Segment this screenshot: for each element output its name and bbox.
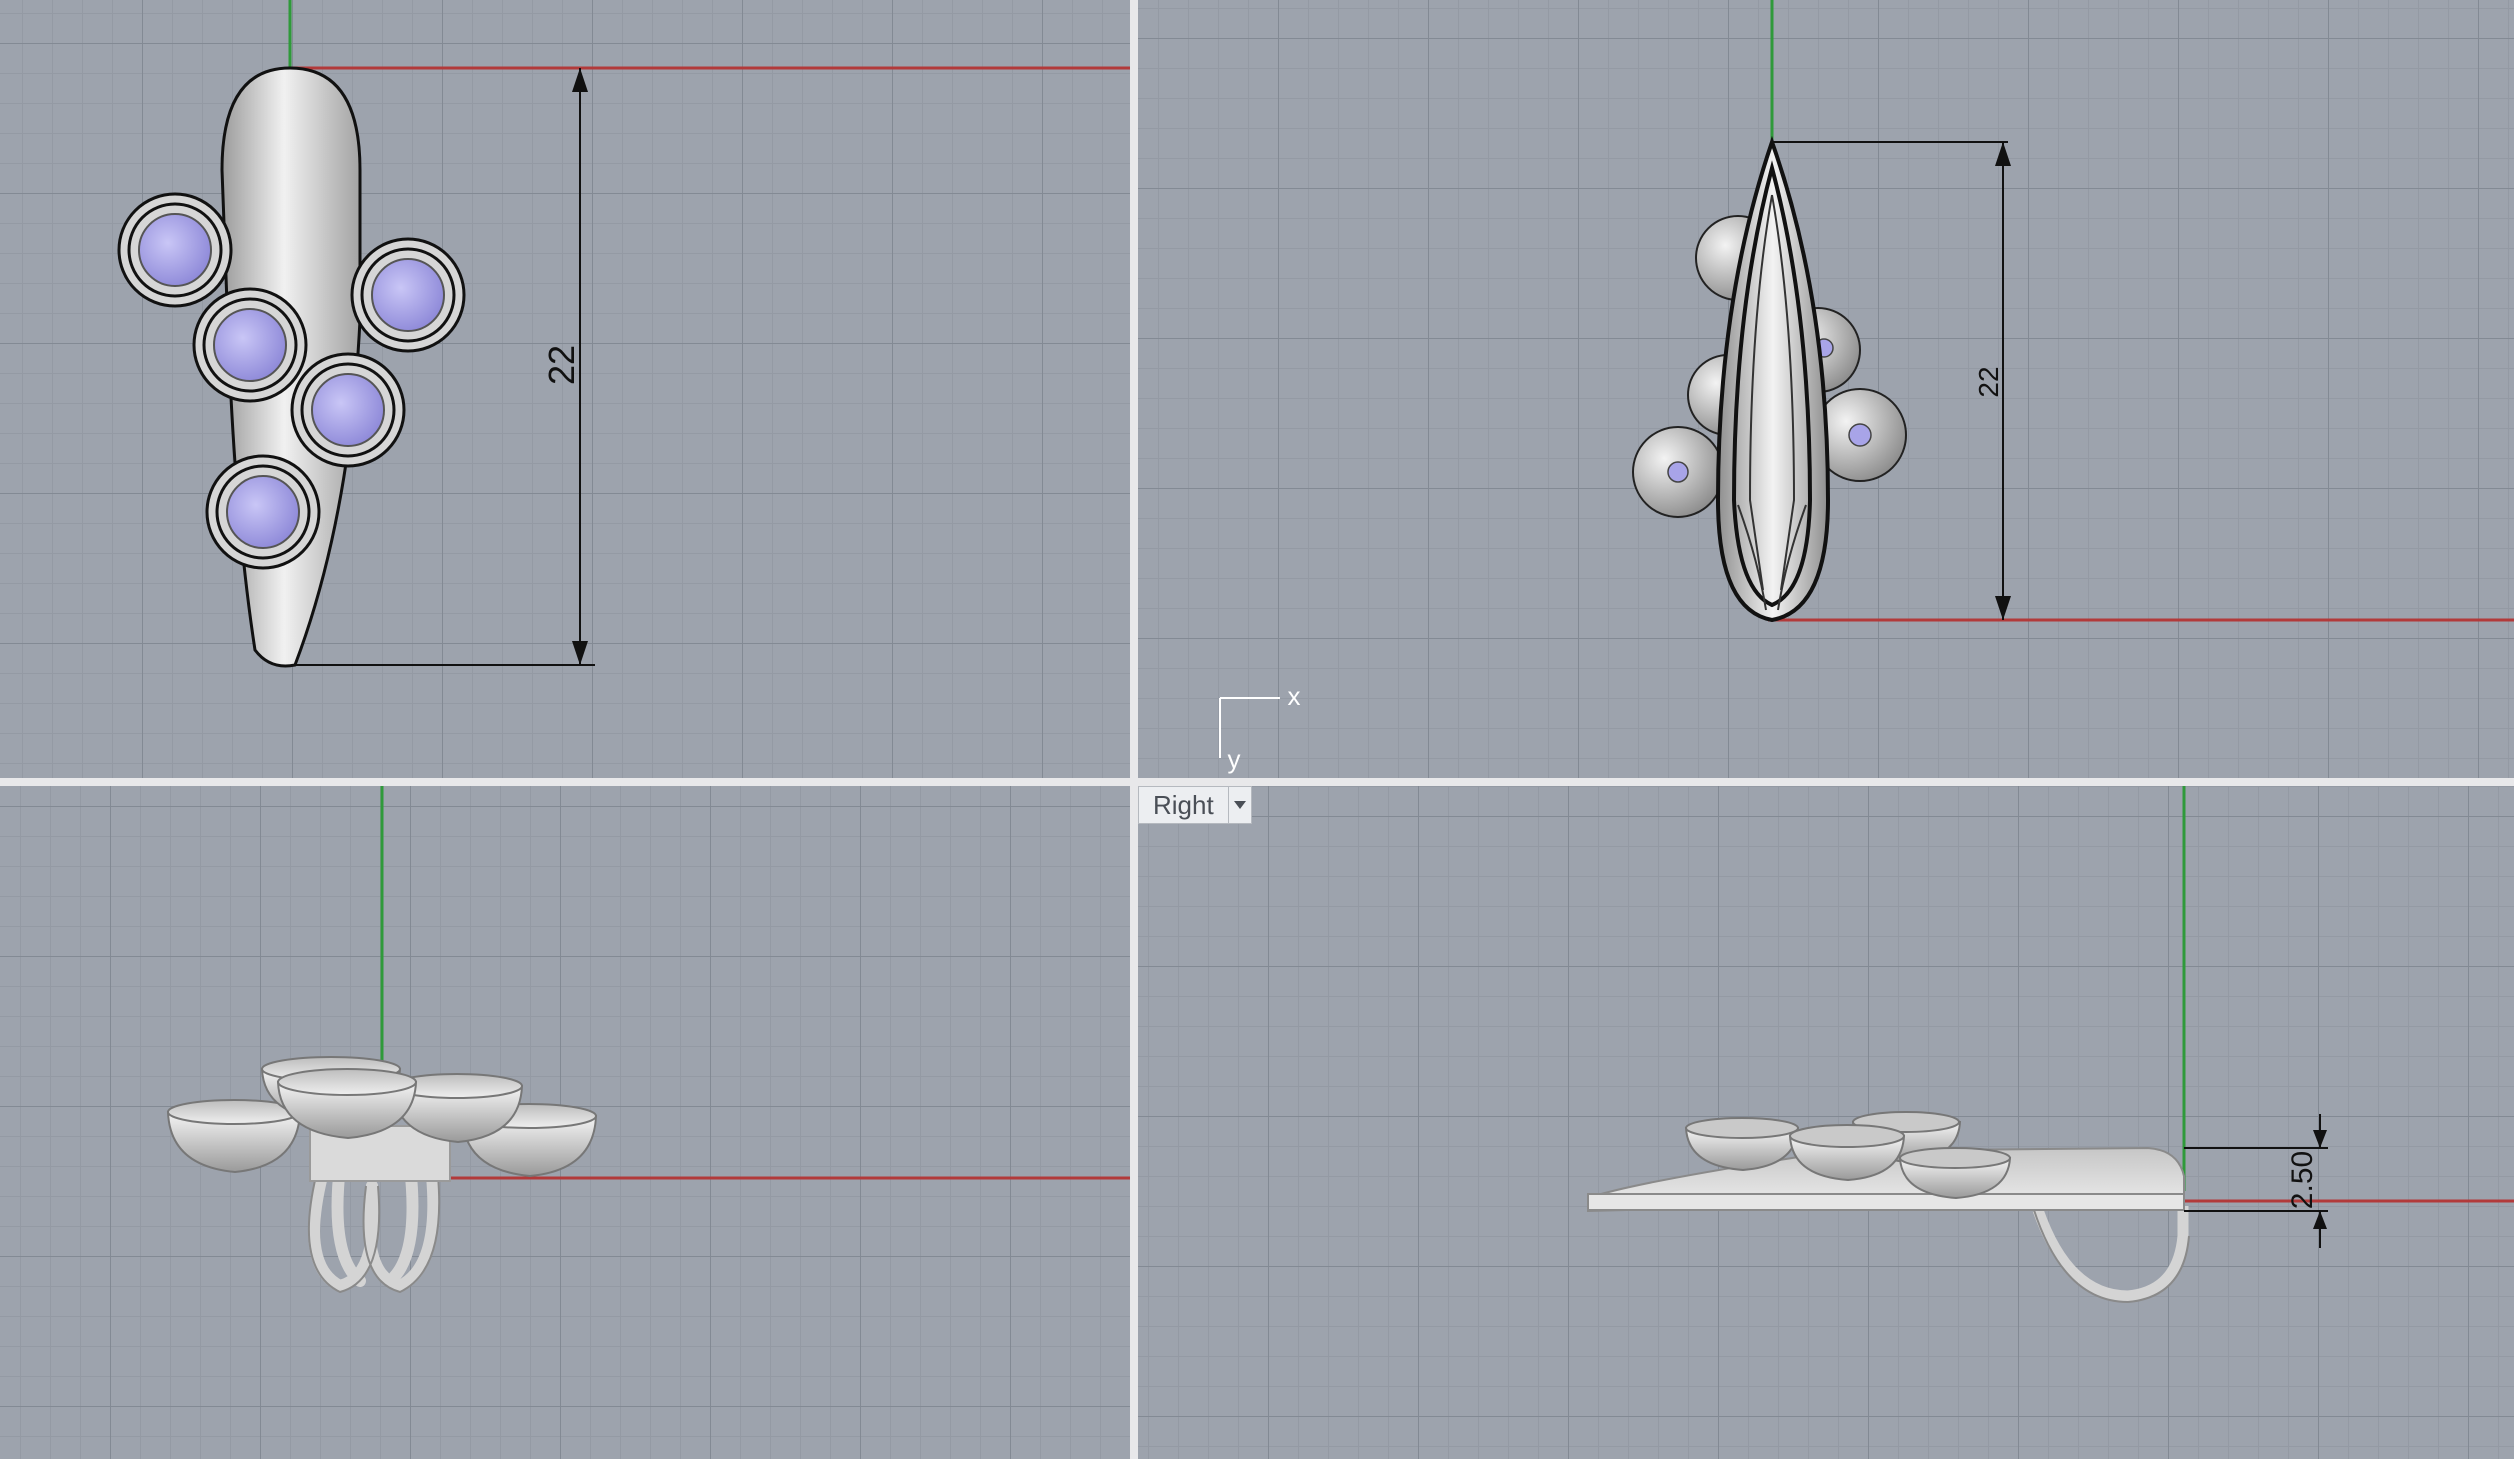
gem-setting[interactable]: [350, 237, 466, 353]
viewport-bottom-left[interactable]: [0, 786, 1130, 1459]
dimension-label: 22: [1973, 366, 2004, 397]
dimension-label: 22: [541, 345, 582, 385]
axis-y-label: y: [1228, 744, 1241, 774]
dimension-vertical[interactable]: 2.50: [2184, 1114, 2328, 1248]
axis-gizmo: x y: [1219, 681, 1301, 774]
ring-shank[interactable]: [2032, 1206, 2189, 1302]
viewport-title[interactable]: Right: [1139, 787, 1228, 823]
gem-stone: [1667, 461, 1689, 483]
viewport-top-left[interactable]: 22: [0, 0, 1130, 778]
viewport-title-tab[interactable]: Right: [1138, 786, 1252, 824]
viewport-top-right[interactable]: 22 x y: [1138, 0, 2514, 778]
ring-front-body[interactable]: [1715, 135, 1831, 623]
gem-setting[interactable]: [117, 192, 233, 308]
axis-x-label: x: [1288, 681, 1301, 711]
viewport-bottom-right[interactable]: 2.50 Right: [1138, 786, 2514, 1459]
gem-cup[interactable]: [166, 1099, 302, 1174]
dropdown-arrow-icon[interactable]: [1227, 787, 1251, 823]
dimension-label: 2.50: [2286, 1151, 2319, 1209]
gem-setting[interactable]: [205, 454, 321, 570]
gem-setting[interactable]: [192, 287, 308, 403]
ring-shank[interactable]: [308, 1160, 440, 1293]
gem-stone: [1848, 423, 1872, 447]
gem-setting[interactable]: [290, 352, 406, 468]
